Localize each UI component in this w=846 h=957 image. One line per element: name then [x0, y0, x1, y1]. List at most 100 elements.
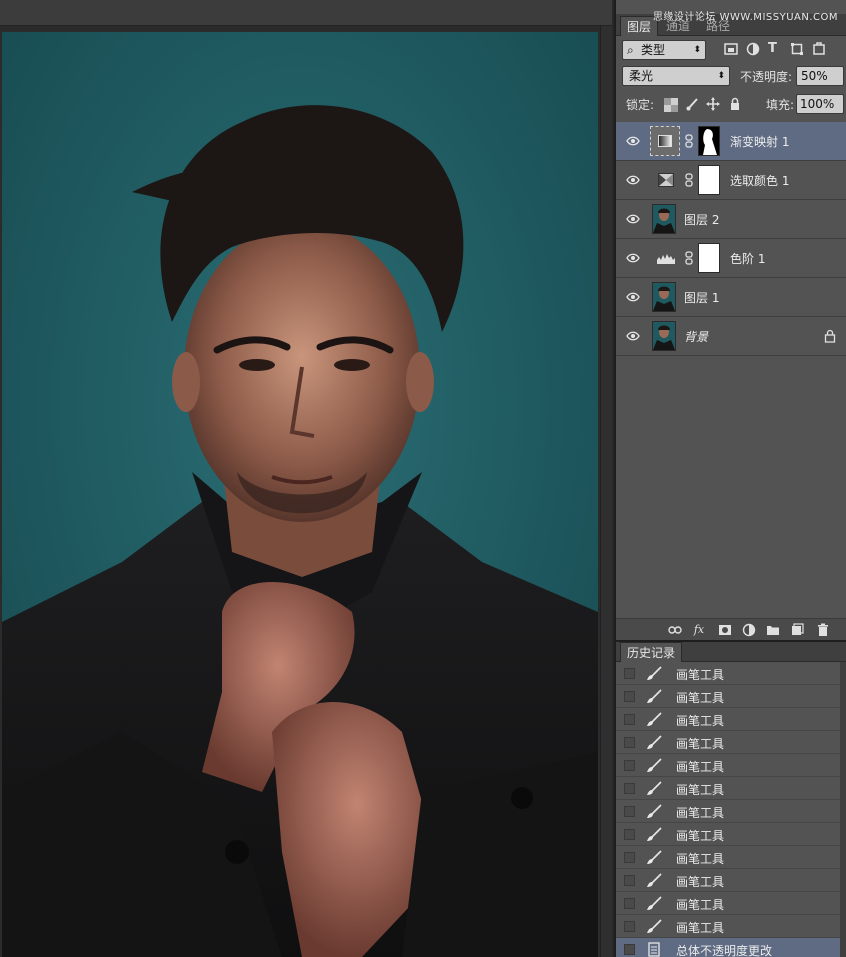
- delete-icon[interactable]: [816, 623, 830, 637]
- side-panels: 思缘设计论坛 WWW.MISSYUAN.COM 图层 通道 路径 ⌕ 类型 ⬍ …: [614, 0, 846, 957]
- document-canvas-area[interactable]: [0, 0, 612, 957]
- layer-name[interactable]: 背景: [684, 328, 708, 345]
- layer-filter-select[interactable]: ⌕ 类型 ⬍: [622, 40, 706, 60]
- history-item-label: 画笔工具: [676, 852, 725, 866]
- brush-icon: [647, 666, 662, 680]
- adjustment-filter-icon[interactable]: [746, 42, 760, 56]
- lock-pixels-icon[interactable]: [686, 97, 700, 111]
- type-filter-icon[interactable]: T: [768, 42, 782, 56]
- layer-mask-thumbnail[interactable]: [698, 243, 720, 273]
- new-layer-icon[interactable]: [790, 623, 804, 637]
- history-item-label: 总体不透明度更改: [676, 944, 773, 957]
- eye-icon[interactable]: [626, 213, 640, 225]
- snapshot-source-checkbox[interactable]: [624, 898, 635, 909]
- fx-icon[interactable]: fx: [692, 623, 706, 637]
- history-item[interactable]: 画笔工具: [616, 754, 846, 777]
- lock-position-icon[interactable]: [706, 97, 720, 111]
- history-scrollbar[interactable]: [840, 662, 846, 957]
- portrait-thumbnail-image: [653, 286, 675, 311]
- pixel-filter-icon[interactable]: [724, 42, 738, 56]
- add-mask-icon[interactable]: [718, 623, 732, 637]
- fill-input[interactable]: 100%: [796, 94, 844, 114]
- tab-history[interactable]: 历史记录: [620, 642, 683, 662]
- layer-mask-thumbnail[interactable]: [698, 165, 720, 195]
- history-item[interactable]: 画笔工具: [616, 662, 846, 685]
- smart-object-filter-icon[interactable]: [812, 42, 826, 56]
- link-icon[interactable]: [668, 623, 682, 637]
- eye-icon[interactable]: [626, 174, 640, 186]
- snapshot-source-checkbox[interactable]: [624, 691, 635, 702]
- history-item[interactable]: 画笔工具: [616, 823, 846, 846]
- history-item[interactable]: 画笔工具: [616, 708, 846, 731]
- layer-name[interactable]: 渐变映射 1: [730, 133, 789, 150]
- layer-row-background[interactable]: 背景: [616, 317, 846, 356]
- opacity-input[interactable]: 50%: [796, 66, 844, 86]
- layers-list: 渐变映射 1 选取颜色 1 图层 2 色阶 1 图层 1 背景: [616, 122, 846, 356]
- snapshot-source-checkbox[interactable]: [624, 921, 635, 932]
- layer-thumbnail: [652, 321, 676, 351]
- layer-name[interactable]: 色阶 1: [730, 250, 765, 267]
- layer-name[interactable]: 图层 1: [684, 289, 719, 306]
- snapshot-source-checkbox[interactable]: [624, 806, 635, 817]
- layer-row-layer-2[interactable]: 图层 2: [616, 200, 846, 239]
- eye-icon[interactable]: [626, 291, 640, 303]
- blend-mode-value: 柔光: [629, 69, 654, 83]
- canvas-image[interactable]: [2, 32, 598, 957]
- history-item-label: 画笔工具: [676, 806, 725, 820]
- blend-mode-select[interactable]: 柔光 ⬍: [622, 66, 730, 86]
- brush-icon: [647, 850, 662, 864]
- brush-icon: [647, 735, 662, 749]
- chain-link-icon[interactable]: [684, 134, 694, 148]
- document-tab-bar: [0, 0, 612, 26]
- brush-icon: [647, 896, 662, 910]
- snapshot-source-checkbox[interactable]: [624, 944, 635, 955]
- snapshot-source-checkbox[interactable]: [624, 737, 635, 748]
- history-item-label: 画笔工具: [676, 783, 725, 797]
- chain-link-icon[interactable]: [684, 251, 694, 265]
- history-item[interactable]: 画笔工具: [616, 846, 846, 869]
- fill-value: 100%: [800, 97, 835, 111]
- layer-row-selective-color[interactable]: 选取颜色 1: [616, 161, 846, 200]
- snapshot-source-checkbox[interactable]: [624, 783, 635, 794]
- brush-icon: [647, 712, 662, 726]
- history-item[interactable]: 画笔工具: [616, 915, 846, 938]
- selective-color-adjustment-icon: [658, 173, 674, 187]
- history-item[interactable]: 总体不透明度更改: [616, 938, 846, 957]
- snapshot-source-checkbox[interactable]: [624, 668, 635, 679]
- canvas-scrollbar[interactable]: [600, 26, 612, 957]
- history-item[interactable]: 画笔工具: [616, 731, 846, 754]
- document-icon: [648, 942, 660, 957]
- shape-filter-icon[interactable]: [790, 42, 804, 56]
- lock-label: 锁定:: [626, 98, 655, 112]
- portrait-thumbnail-image: [653, 325, 675, 350]
- lock-icon: [824, 329, 836, 343]
- eye-icon[interactable]: [626, 330, 640, 342]
- history-item[interactable]: 画笔工具: [616, 892, 846, 915]
- opacity-label: 不透明度:: [740, 70, 793, 84]
- adjustment-icon[interactable]: [742, 623, 756, 637]
- history-item[interactable]: 画笔工具: [616, 685, 846, 708]
- lock-transparency-icon[interactable]: [664, 98, 678, 112]
- history-item[interactable]: 画笔工具: [616, 777, 846, 800]
- snapshot-source-checkbox[interactable]: [624, 852, 635, 863]
- eye-icon[interactable]: [626, 252, 640, 264]
- layer-row-layer-1[interactable]: 图层 1: [616, 278, 846, 317]
- snapshot-source-checkbox[interactable]: [624, 829, 635, 840]
- layer-name[interactable]: 选取颜色 1: [730, 172, 789, 189]
- history-item[interactable]: 画笔工具: [616, 869, 846, 892]
- search-icon: ⌕: [627, 43, 634, 57]
- brush-icon: [647, 827, 662, 841]
- layer-row-levels[interactable]: 色阶 1: [616, 239, 846, 278]
- eye-icon[interactable]: [626, 135, 640, 147]
- lock-all-icon[interactable]: [728, 97, 742, 111]
- snapshot-source-checkbox[interactable]: [624, 760, 635, 771]
- snapshot-source-checkbox[interactable]: [624, 875, 635, 886]
- layer-name[interactable]: 图层 2: [684, 211, 719, 228]
- snapshot-source-checkbox[interactable]: [624, 714, 635, 725]
- layer-row-gradient-map[interactable]: 渐变映射 1: [616, 122, 846, 161]
- history-panel-tabs: 历史记录: [616, 640, 846, 662]
- group-icon[interactable]: [766, 623, 780, 637]
- chain-link-icon[interactable]: [684, 173, 694, 187]
- layer-mask-thumbnail[interactable]: [698, 126, 720, 156]
- history-item[interactable]: 画笔工具: [616, 800, 846, 823]
